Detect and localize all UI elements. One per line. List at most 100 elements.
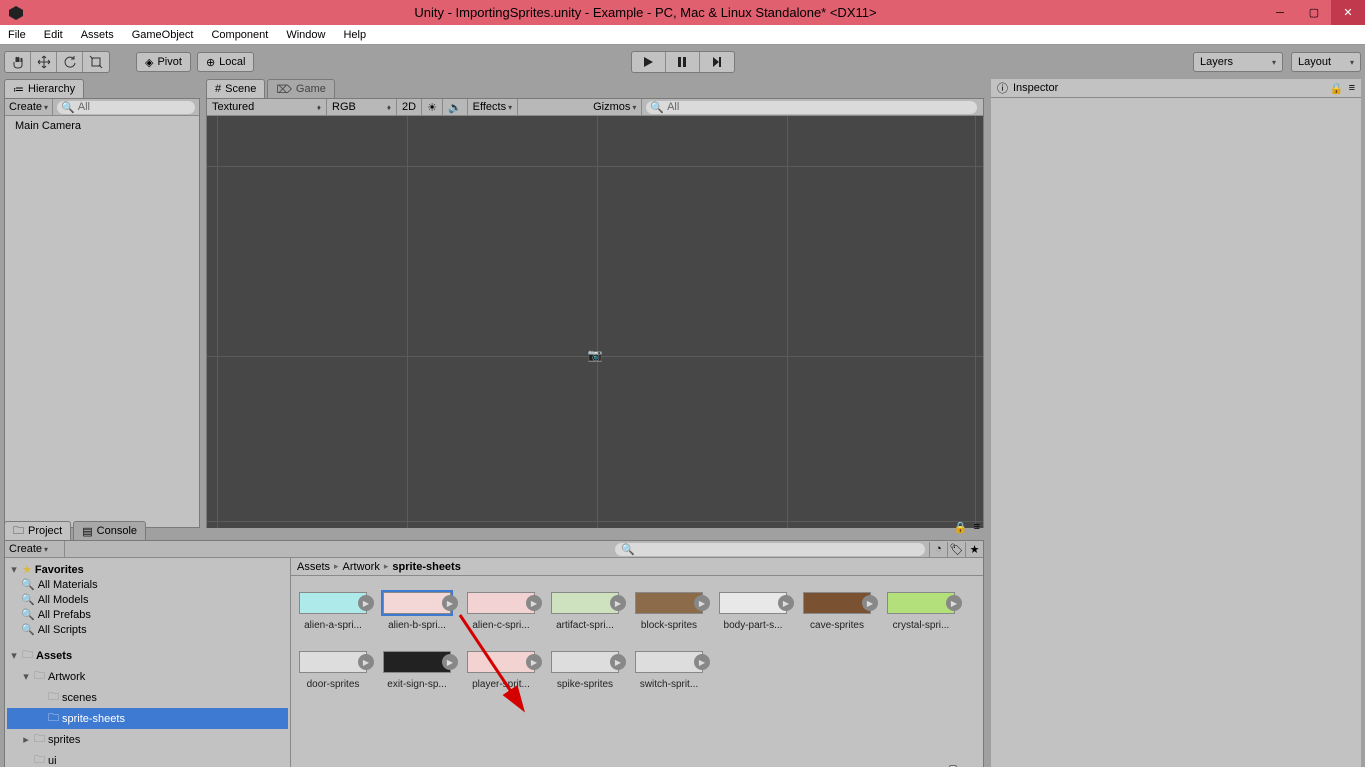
- inspector-tab-label: Inspector: [1013, 82, 1058, 94]
- filter-by-label-button[interactable]: 🏷: [947, 542, 965, 557]
- shading-dropdown[interactable]: Textured♦: [207, 99, 327, 115]
- move-tool-button[interactable]: [31, 52, 57, 72]
- camera-gizmo-icon[interactable]: 📷: [588, 348, 603, 362]
- asset-thumbnail: ▶: [383, 651, 451, 673]
- expand-icon[interactable]: ▶: [610, 654, 626, 670]
- tree-artwork[interactable]: ▾🗀Artwork: [7, 666, 288, 687]
- inspector-menu-icon[interactable]: ≡: [1349, 82, 1355, 94]
- project-menu-icon[interactable]: ≡: [974, 521, 980, 540]
- game-icon: ⌦: [276, 83, 292, 96]
- layout-dropdown[interactable]: Layout▾: [1291, 52, 1361, 72]
- filter-by-type-button[interactable]: ◔: [929, 542, 947, 557]
- expand-icon[interactable]: ▶: [778, 595, 794, 611]
- asset-label: switch-sprit...: [633, 679, 705, 690]
- asset-item[interactable]: ▶alien-c-spri...: [465, 592, 537, 631]
- scene-search-input[interactable]: 🔍All: [646, 101, 977, 114]
- tree-fav-all-models[interactable]: 🔍All Models: [7, 592, 288, 607]
- maximize-button[interactable]: ▢: [1297, 0, 1331, 25]
- save-search-button[interactable]: ★: [965, 542, 983, 557]
- tree-favorites[interactable]: ▾★Favorites: [7, 562, 288, 577]
- asset-item[interactable]: ▶player-sprit...: [465, 651, 537, 690]
- scene-viewport[interactable]: 📷: [207, 116, 983, 528]
- asset-item[interactable]: ▶spike-sprites: [549, 651, 621, 690]
- gizmos-dropdown[interactable]: Gizmos▾: [588, 99, 642, 115]
- close-button[interactable]: ✕: [1331, 0, 1365, 25]
- audio-toggle[interactable]: 🔊: [443, 99, 468, 115]
- asset-item[interactable]: ▶switch-sprit...: [633, 651, 705, 690]
- scene-tab[interactable]: #Scene: [206, 79, 265, 98]
- menu-assets[interactable]: Assets: [77, 27, 118, 43]
- expand-icon[interactable]: ▶: [610, 595, 626, 611]
- rotate-tool-button[interactable]: [57, 52, 83, 72]
- expand-icon[interactable]: ▶: [442, 595, 458, 611]
- expand-icon[interactable]: ▶: [526, 595, 542, 611]
- minimize-button[interactable]: ─: [1263, 0, 1297, 25]
- star-icon: ★: [22, 563, 32, 576]
- project-create-dropdown[interactable]: Create▾: [5, 541, 65, 557]
- expand-icon[interactable]: ▶: [694, 654, 710, 670]
- menu-edit[interactable]: Edit: [40, 27, 67, 43]
- asset-item[interactable]: ▶body-part-s...: [717, 592, 789, 631]
- layers-dropdown[interactable]: Layers▾: [1193, 52, 1283, 72]
- menu-gameobject[interactable]: GameObject: [128, 27, 198, 43]
- asset-item[interactable]: ▶ exit-sign-sp...: [381, 651, 453, 690]
- lock-icon[interactable]: 🔒: [1330, 82, 1344, 95]
- menu-file[interactable]: File: [4, 27, 30, 43]
- favorites-label: Favorites: [35, 564, 84, 576]
- expand-icon[interactable]: ▶: [694, 595, 710, 611]
- menu-window[interactable]: Window: [282, 27, 329, 43]
- expand-icon[interactable]: ▶: [358, 654, 374, 670]
- asset-item[interactable]: ▶alien-b-spri...: [381, 592, 453, 631]
- asset-item[interactable]: ▶alien-a-spri...: [297, 592, 369, 631]
- tree-sprites[interactable]: ▸🗀sprites: [7, 729, 288, 750]
- asset-item[interactable]: ▶block-sprites: [633, 592, 705, 631]
- tree-fav-all-materials[interactable]: 🔍All Materials: [7, 577, 288, 592]
- tree-scenes[interactable]: 🗀scenes: [7, 687, 288, 708]
- step-button[interactable]: [700, 52, 734, 72]
- inspector-panel: ⓘ Inspector 🔒 ≡: [991, 79, 1361, 767]
- game-tab-label: Game: [296, 83, 326, 95]
- breadcrumb-root[interactable]: Assets: [297, 561, 330, 573]
- local-toggle-button[interactable]: ⊕ Local: [197, 52, 255, 72]
- fav-item-label: All Scripts: [38, 624, 87, 636]
- tree-sprites-label: sprites: [48, 734, 80, 746]
- mode2d-toggle[interactable]: 2D: [397, 99, 422, 115]
- asset-label: exit-sign-sp...: [381, 679, 453, 690]
- lighting-toggle[interactable]: ☀: [422, 99, 443, 115]
- expand-icon[interactable]: ▶: [862, 595, 878, 611]
- expand-icon[interactable]: ▶: [442, 654, 458, 670]
- asset-item[interactable]: ▶cave-sprites: [801, 592, 873, 631]
- console-tab[interactable]: ▤Console: [73, 521, 146, 540]
- menu-component[interactable]: Component: [207, 27, 272, 43]
- play-button[interactable]: [632, 52, 666, 72]
- project-search-input[interactable]: 🔍: [615, 543, 925, 556]
- expand-icon[interactable]: ▶: [946, 595, 962, 611]
- asset-item[interactable]: ▶artifact-spri...: [549, 592, 621, 631]
- tree-assets[interactable]: ▾🗀Assets: [7, 645, 288, 666]
- game-tab[interactable]: ⌦ Game: [267, 79, 335, 98]
- asset-item[interactable]: ▶crystal-spri...: [885, 592, 957, 631]
- project-lock-icon[interactable]: 🔒: [954, 521, 968, 540]
- asset-item[interactable]: ▶door-sprites: [297, 651, 369, 690]
- pause-button[interactable]: [666, 52, 700, 72]
- hand-tool-button[interactable]: [5, 52, 31, 72]
- effects-dropdown[interactable]: Effects▾: [468, 99, 518, 115]
- menu-help[interactable]: Help: [339, 27, 370, 43]
- breadcrumb-mid[interactable]: Artwork: [343, 561, 380, 573]
- tree-fav-all-scripts[interactable]: 🔍All Scripts: [7, 622, 288, 637]
- scale-tool-button[interactable]: [83, 52, 109, 72]
- hierarchy-create-dropdown[interactable]: Create▾: [5, 99, 53, 115]
- hierarchy-item-main-camera[interactable]: Main Camera: [5, 116, 199, 136]
- hierarchy-tab[interactable]: ≔Hierarchy: [4, 79, 84, 98]
- render-dropdown[interactable]: RGB♦: [327, 99, 397, 115]
- pivot-toggle-button[interactable]: ◈ Pivot: [136, 52, 191, 72]
- expand-icon[interactable]: ▶: [526, 654, 542, 670]
- breadcrumb-leaf[interactable]: sprite-sheets: [392, 561, 460, 573]
- tree-sprite-sheets[interactable]: 🗀sprite-sheets: [7, 708, 288, 729]
- hierarchy-search-input[interactable]: 🔍All: [57, 101, 195, 114]
- fav-item-label: All Prefabs: [38, 609, 91, 621]
- tree-ui[interactable]: 🗀ui: [7, 750, 288, 767]
- expand-icon[interactable]: ▶: [358, 595, 374, 611]
- tree-fav-all-prefabs[interactable]: 🔍All Prefabs: [7, 607, 288, 622]
- project-tab[interactable]: 🗀Project: [4, 521, 71, 540]
